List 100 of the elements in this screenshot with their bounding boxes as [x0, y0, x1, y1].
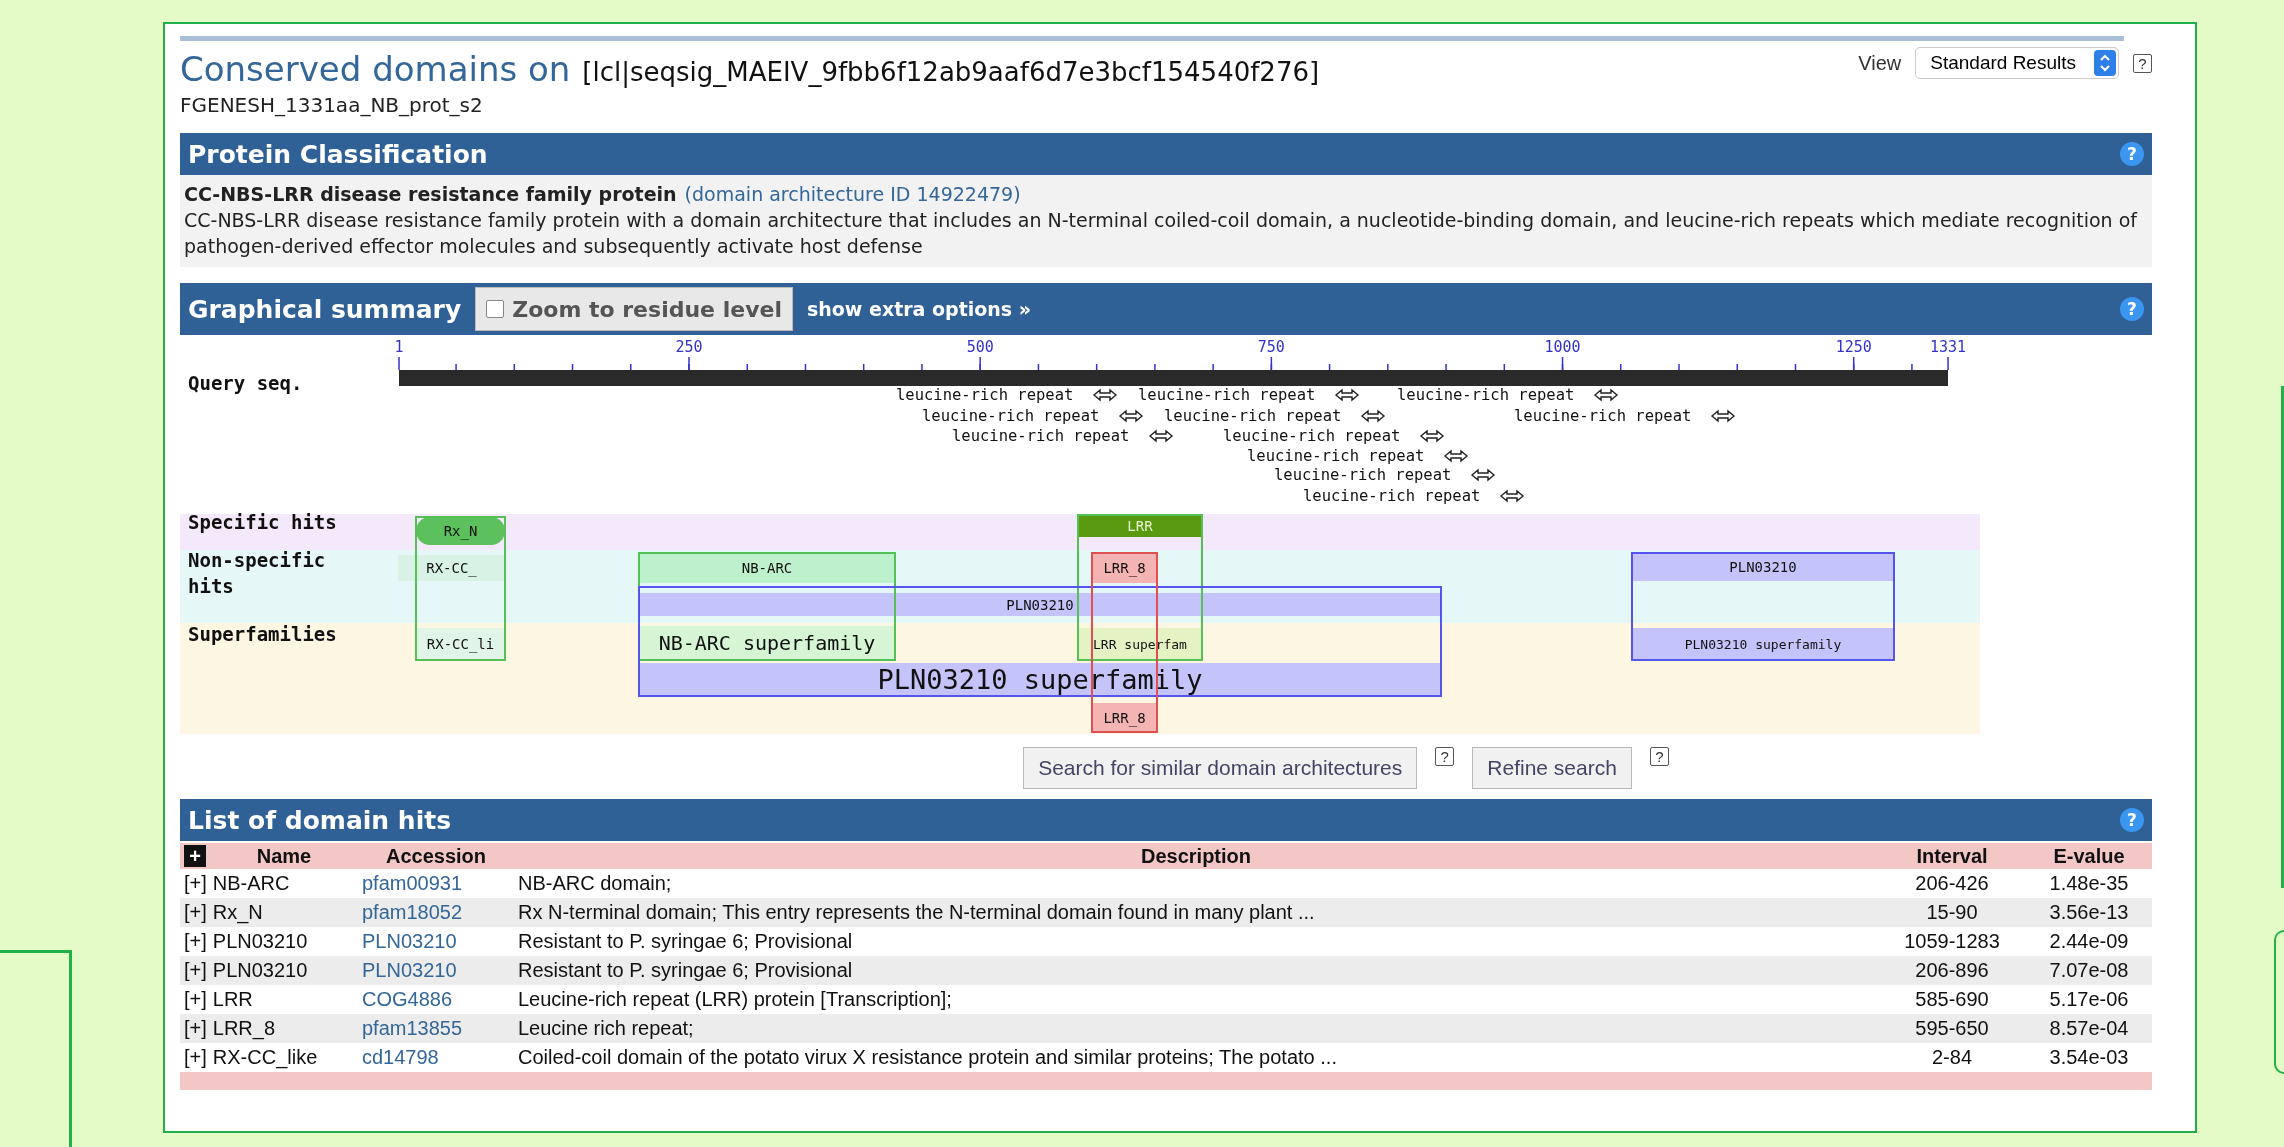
double-arrow-icon — [1334, 388, 1360, 402]
repeat-label: leucine-rich repeat — [896, 386, 1074, 404]
double-arrow-icon — [1360, 409, 1386, 423]
table-cell: 585-690 — [1878, 985, 2026, 1014]
checkbox[interactable] — [486, 300, 505, 318]
domain-hit[interactable]: PLN03210 — [639, 593, 1441, 616]
expand-all-button[interactable]: + — [184, 844, 206, 867]
section-title: Protein Classification — [188, 139, 488, 169]
double-arrow-icon — [1710, 409, 1736, 423]
domain-name: PLN03210 — [212, 930, 308, 952]
ruler-label: 1 — [394, 338, 404, 356]
table-cell: Coiled-coil domain of the potato virux X resistance protein and similar proteins; The potato ... — [514, 1043, 1878, 1072]
domain-hit[interactable]: RX-CC_ — [398, 555, 505, 581]
table-cell: Resistant to P. syringae 6; Provisional — [514, 927, 1878, 956]
zoom-checkbox-button[interactable]: Zoom to residue level — [475, 287, 793, 331]
domain-name: Rx_N — [212, 901, 263, 923]
help-icon[interactable]: ? — [2133, 53, 2152, 73]
expand-toggle[interactable]: [+] — [184, 930, 207, 952]
column-header: E-value — [2026, 843, 2152, 869]
ruler-label: 250 — [675, 338, 703, 356]
help-icon[interactable]: ? — [1435, 747, 1455, 766]
repeat-label: leucine-rich repeat — [952, 427, 1130, 445]
table-cell: 206-896 — [1878, 956, 2026, 985]
table-cell: NB-ARC domain; — [514, 869, 1878, 898]
action-button[interactable]: Refine search — [1472, 747, 1632, 789]
accession-link[interactable]: cd14798 — [362, 1046, 439, 1068]
domain-hit[interactable]: NB-ARC superfamily — [639, 626, 895, 660]
domain-hit[interactable]: RX-CC_li — [416, 628, 505, 660]
table-cell: 15-90 — [1878, 898, 2026, 927]
table-cell: Leucine rich repeat; — [514, 1014, 1878, 1043]
table-cell: 7.07e-08 — [2026, 956, 2152, 985]
extra-options-link[interactable]: show extra options » — [806, 298, 1032, 320]
repeat-label: leucine-rich repeat — [1397, 386, 1575, 404]
action-button[interactable]: Search for similar domain architectures — [1023, 747, 1418, 789]
expand-toggle[interactable]: [+] — [184, 1046, 207, 1068]
expand-toggle[interactable]: [+] — [184, 1017, 207, 1039]
domain-name: NB-ARC — [212, 872, 290, 894]
ruler-label: 1250 — [1835, 338, 1872, 356]
domain-name: PLN03210 — [212, 959, 308, 981]
ruler-label: 1000 — [1544, 338, 1581, 356]
repeat-label: leucine-rich repeat — [1514, 407, 1692, 425]
column-header: Accession — [358, 843, 514, 869]
section-title: List of domain hits — [188, 805, 452, 835]
table-cell: 3.56e-13 — [2026, 898, 2152, 927]
table-cell: Resistant to P. syringae 6; Provisional — [514, 956, 1878, 985]
repeat-label: leucine-rich repeat — [922, 407, 1100, 425]
double-arrow-icon — [1499, 489, 1525, 503]
table-cell: Rx N-terminal domain; This entry represents the N-terminal domain found in many plant ... — [514, 898, 1878, 927]
repeat-label: leucine-rich repeat — [1138, 386, 1316, 404]
table-cell: Leucine-rich repeat (LRR) protein [Transcription]; — [514, 985, 1878, 1014]
table-cell: 5.17e-06 — [2026, 985, 2152, 1014]
stepper-icon — [2094, 50, 2116, 76]
track-label: Non-specific hits — [188, 548, 327, 599]
domain-hit[interactable]: NB-ARC — [639, 553, 895, 583]
view-select[interactable]: Standard Results — [1915, 47, 2119, 79]
double-arrow-icon — [1470, 468, 1496, 482]
table-cell: 206-426 — [1878, 869, 2026, 898]
query-label: Query seq. — [188, 372, 303, 394]
architecture-link[interactable]: (domain architecture ID 14922479) — [684, 183, 1021, 205]
help-icon[interactable]: ? — [1649, 747, 1669, 766]
table-cell: 2-84 — [1878, 1043, 2026, 1072]
table-cell: 2.44e-09 — [2026, 927, 2152, 956]
table-cell: 595-650 — [1878, 1014, 2026, 1043]
query-id: [lcl|seqsig_MAEIV_9fbb6f12ab9aaf6d7e3bcf154540f276] — [582, 57, 1320, 87]
classification-name: CC-NBS-LRR disease resistance family protein — [184, 183, 677, 205]
expand-toggle[interactable]: [+] — [184, 901, 207, 923]
double-arrow-icon — [1419, 429, 1445, 443]
column-header: Description — [514, 843, 1878, 869]
repeat-label: leucine-rich repeat — [1247, 447, 1425, 465]
query-name: FGENESH_1331aa_NB_prot_s2 — [180, 93, 484, 117]
table-cell: 3.54e-03 — [2026, 1043, 2152, 1072]
track-label: Specific hits — [188, 510, 338, 535]
double-arrow-icon — [1092, 388, 1118, 402]
double-arrow-icon — [1593, 388, 1619, 402]
ruler-label: 500 — [966, 338, 994, 356]
table-cell: 8.57e-04 — [2026, 1014, 2152, 1043]
expand-toggle[interactable]: [+] — [184, 872, 207, 894]
domain-name: LRR_8 — [212, 1017, 276, 1039]
repeat-label: leucine-rich repeat — [1303, 487, 1481, 505]
expand-toggle[interactable]: [+] — [184, 988, 207, 1010]
column-header: Interval — [1878, 843, 2026, 869]
section-title: Graphical summary — [188, 294, 462, 324]
ruler-label: 1331 — [1930, 338, 1967, 356]
domain-hit[interactable]: PLN03210 — [1632, 553, 1894, 581]
accession-link[interactable]: COG4886 — [362, 988, 453, 1010]
domain-hit[interactable]: PLN03210 superfamily — [1632, 628, 1894, 660]
repeat-label: leucine-rich repeat — [1223, 427, 1401, 445]
track-label: Superfamilies — [188, 622, 338, 647]
repeat-label: leucine-rich repeat — [1164, 407, 1342, 425]
double-arrow-icon — [1148, 429, 1174, 443]
domain-name: RX-CC_like — [212, 1046, 318, 1068]
page-heading: Conserved domains on — [180, 49, 571, 89]
accession-link[interactable]: PLN03210 — [362, 930, 457, 952]
repeat-label: leucine-rich repeat — [1274, 466, 1452, 484]
accession-link[interactable]: pfam00931 — [362, 872, 463, 894]
table-cell: 1059-1283 — [1878, 927, 2026, 956]
double-arrow-icon — [1443, 449, 1469, 463]
expand-toggle[interactable]: [+] — [184, 959, 207, 981]
table-cell: 1.48e-35 — [2026, 869, 2152, 898]
ruler-label: 750 — [1257, 338, 1285, 356]
